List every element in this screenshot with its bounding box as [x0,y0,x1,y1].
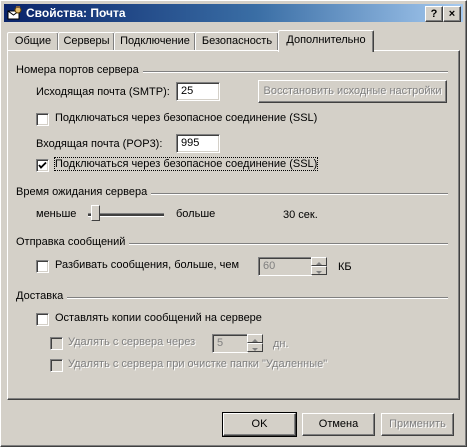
spin-down-button[interactable] [311,266,327,275]
checkmark-icon [38,161,47,169]
smtp-port-input[interactable]: 25 [176,82,220,101]
mail-account-icon [7,6,22,20]
close-button[interactable]: × [443,6,461,22]
smtp-port-label: Исходящая почта (SMTP): [36,86,170,98]
spin-down-button[interactable] [247,343,263,352]
delete-after-checkbox[interactable] [50,337,63,350]
tab-advanced-label: Дополнительно [286,34,366,46]
apply-button[interactable]: Применить [381,413,454,436]
pop3-port-label: Входящая почта (POP3): [36,138,163,150]
split-size-spinner[interactable] [311,257,327,276]
split-size-unit: КБ [338,261,352,273]
tab-general[interactable]: Общие [7,32,59,51]
delete-on-empty-checkbox[interactable] [50,359,63,372]
split-size-input[interactable]: 60 [258,257,312,276]
timeout-group-title: Время ожидания сервера [16,186,152,198]
delete-after-input[interactable]: 5 [212,334,248,353]
help-button[interactable]: ? [425,6,443,22]
pop3-ssl-label: Подключаться через безопасное соединение… [53,157,319,171]
split-messages-label: Разбивать сообщения, больше, чем [55,259,240,271]
arrow-down-icon [252,348,258,351]
ports-group-title: Номера портов сервера [16,64,143,76]
arrow-down-icon [316,271,322,274]
ok-button[interactable]: OK [222,412,297,437]
spin-up-button[interactable] [247,334,263,343]
timeout-value: 30 сек. [283,209,318,221]
tab-connection[interactable]: Подключение [114,32,196,51]
tab-security[interactable]: Безопасность [195,32,279,51]
pop3-port-input[interactable]: 995 [176,134,220,153]
delete-after-label: Удалять с сервера через [68,336,196,348]
tab-panel-advanced: Номера портов сервера Исходящая почта (S… [7,50,460,400]
delete-after-spinner[interactable] [247,334,263,353]
days-label: дн. [273,338,289,350]
delete-on-empty-label: Удалять с сервера при очистке папки "Уда… [68,358,328,370]
spin-up-button[interactable] [311,257,327,266]
window-title: Свойства: Почта [26,6,126,20]
restore-defaults-button[interactable]: Восстановить исходные настройки [258,80,447,103]
smtp-ssl-label: Подключаться через безопасное соединение… [55,112,318,124]
timeout-more-label: больше [176,208,216,220]
tab-advanced[interactable]: Дополнительно [278,30,374,52]
split-messages-checkbox[interactable] [36,260,49,273]
sending-group-title: Отправка сообщений [16,236,130,248]
title-bar[interactable]: Свойства: Почта ? × [4,4,463,22]
properties-dialog: Свойства: Почта ? × Общие Серверы Подклю… [0,0,467,447]
smtp-ssl-checkbox[interactable] [36,113,49,126]
keep-copy-checkbox[interactable] [36,313,49,326]
delivery-group-title: Доставка [16,290,68,302]
keep-copy-label: Оставлять копии сообщений на сервере [55,312,262,324]
timeout-slider-thumb[interactable] [91,205,101,221]
pop3-ssl-checkbox[interactable] [36,159,49,172]
cancel-button[interactable]: Отмена [302,413,375,436]
timeout-less-label: меньше [36,208,77,220]
delivery-group-line [16,297,448,299]
tab-servers[interactable]: Серверы [58,32,115,51]
